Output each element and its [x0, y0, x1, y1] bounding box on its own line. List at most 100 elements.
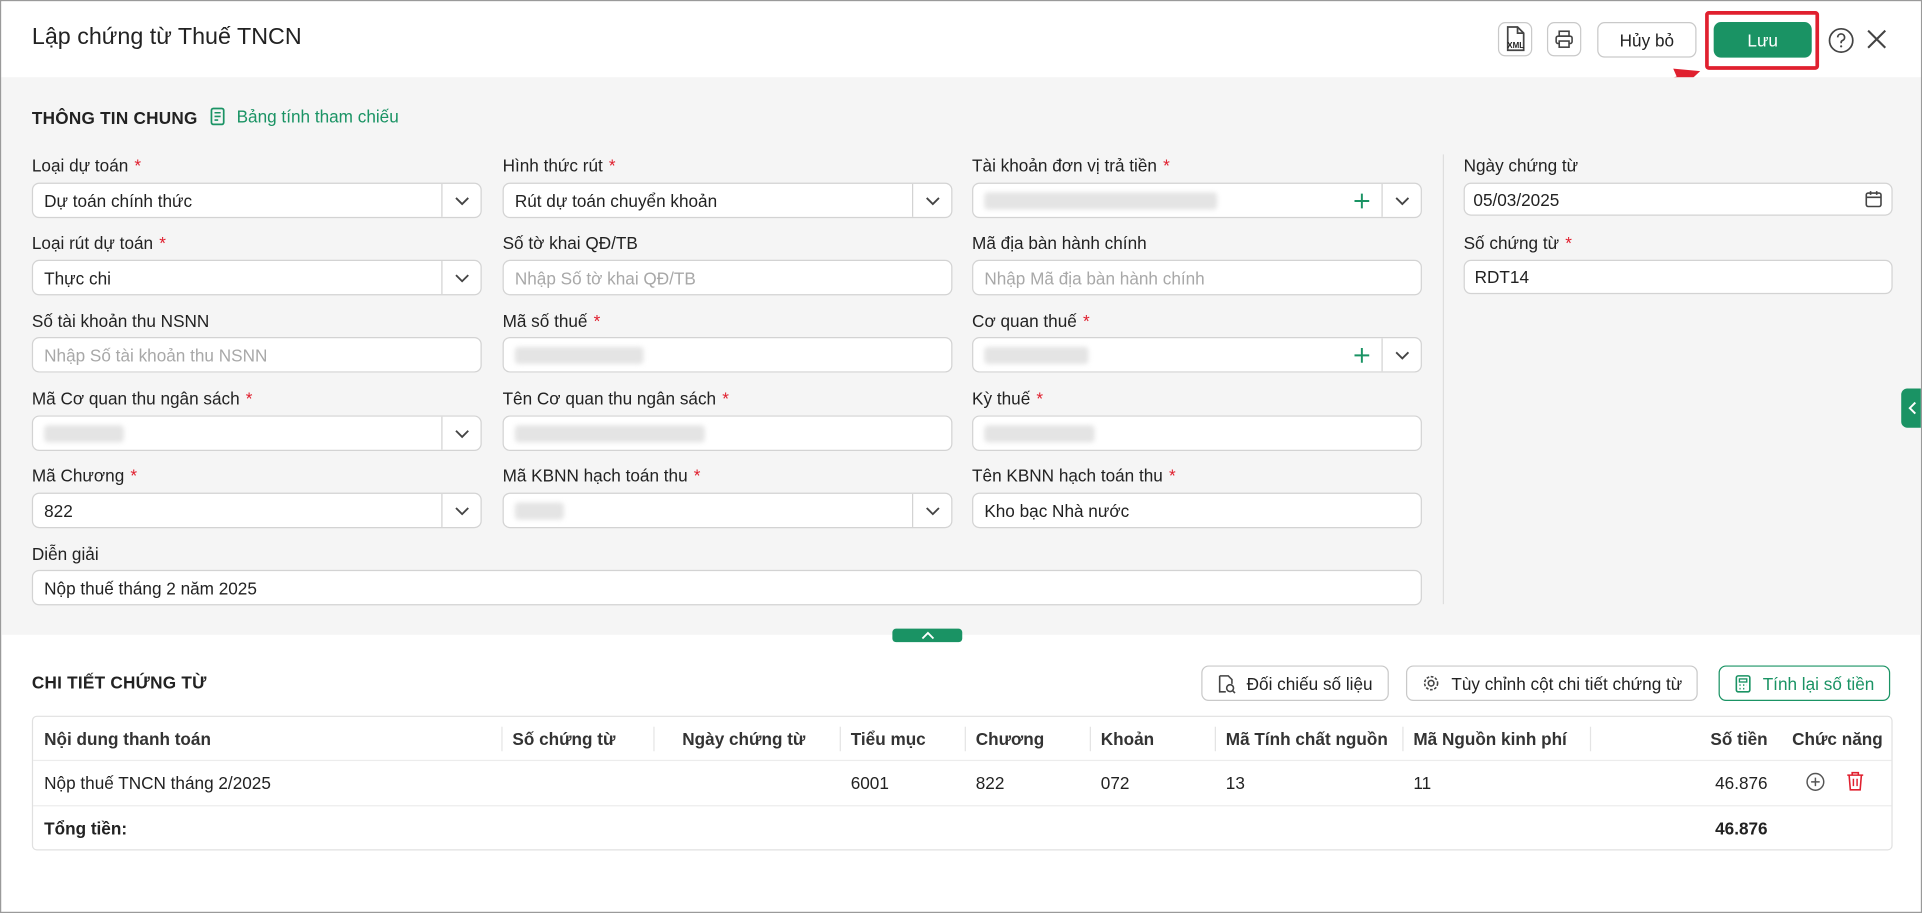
- loai-rut-du-toan-label: Loại rút dự toán *: [31, 232, 166, 253]
- total-value: 46.876: [1715, 818, 1768, 839]
- close-icon[interactable]: [1864, 27, 1889, 52]
- so-tai-khoan-thu-label: Số tài khoản thu NSNN: [31, 311, 210, 331]
- ma-dia-ban-label: Mã địa bàn hành chính: [972, 232, 1147, 253]
- col-header-so-chung-tu: Số chứng từ: [512, 729, 616, 749]
- ma-kbnn-select[interactable]: [502, 492, 953, 529]
- dialog-title: Lập chứng từ Thuế TNCN: [31, 24, 302, 51]
- so-chung-tu-label: Số chứng từ *: [1463, 232, 1572, 253]
- so-to-khai-input[interactable]: Nhập Số tờ khai QĐ/TB: [502, 259, 953, 296]
- cancel-button[interactable]: Hủy bỏ: [1597, 22, 1697, 58]
- ma-dia-ban-input[interactable]: Nhập Mã địa bàn hành chính: [972, 259, 1422, 296]
- ky-thue-input[interactable]: [972, 415, 1422, 451]
- chevron-down-icon[interactable]: [441, 183, 480, 217]
- ten-kbnn-label: Tên KBNN hạch toán thu *: [972, 465, 1176, 486]
- chevron-down-icon[interactable]: [911, 183, 951, 217]
- chevron-down-icon[interactable]: [1381, 338, 1420, 372]
- loai-du-toan-label: Loại dự toán *: [31, 155, 142, 176]
- compare-data-button[interactable]: Đối chiếu số liệu: [1201, 665, 1389, 701]
- dialog: Lập chứng từ Thuế TNCN XML Hủy bỏ Lưu TH…: [0, 0, 1922, 913]
- reference-link-label: Bảng tính tham chiếu: [236, 106, 399, 127]
- dien-giai-label: Diễn giải: [31, 544, 99, 564]
- chevron-down-icon[interactable]: [441, 493, 480, 527]
- reference-sheet-link[interactable]: Bảng tính tham chiếu: [210, 106, 399, 127]
- ma-chuong-label: Mã Chương *: [31, 465, 138, 486]
- hinh-thuc-rut-select[interactable]: Rút dự toán chuyển khoản: [502, 182, 953, 219]
- col-header-so-tien: Số tiền: [1710, 729, 1768, 749]
- col-header-ma-tinh-chat-nguon: Mã Tính chất nguồn: [1225, 729, 1388, 749]
- customize-columns-button[interactable]: Tùy chỉnh cột chi tiết chứng từ: [1405, 665, 1699, 701]
- recalculate-amount-button[interactable]: Tính lại số tiền: [1718, 665, 1891, 701]
- redacted-value: [984, 346, 1089, 364]
- help-icon[interactable]: [1828, 27, 1855, 54]
- cell-ma-tinh-chat-nguon: 13: [1225, 773, 1245, 793]
- column-divider: [1442, 154, 1444, 605]
- gear-icon: [1423, 675, 1439, 691]
- so-chung-tu-input[interactable]: RDT14: [1463, 259, 1893, 295]
- col-header-ngay-chung-tu: Ngày chứng từ: [682, 729, 806, 749]
- chevron-down-icon[interactable]: [441, 261, 480, 295]
- add-row-icon[interactable]: [1806, 772, 1826, 792]
- export-xml-button[interactable]: XML: [1497, 22, 1533, 57]
- col-header-chuc-nang: Chức năng: [1792, 729, 1883, 749]
- so-to-khai-label: Số tờ khai QĐ/TB: [502, 232, 638, 253]
- so-tai-khoan-thu-input[interactable]: Nhập Số tài khoản thu NSNN: [31, 337, 482, 373]
- ten-co-quan-thu-label: Tên Cơ quan thu ngân sách *: [502, 388, 729, 409]
- detail-table: Nội dung thanh toán Số chứng từ Ngày chứ…: [31, 715, 1893, 851]
- loai-rut-du-toan-select[interactable]: Thực chi: [31, 259, 482, 296]
- hinh-thuc-rut-label: Hình thức rút *: [502, 155, 616, 176]
- dien-giai-input[interactable]: Nộp thuế tháng 2 năm 2025: [31, 569, 1422, 606]
- ten-co-quan-thu-input[interactable]: [502, 415, 953, 451]
- ma-so-thue-input[interactable]: [502, 337, 953, 373]
- collapse-panel-button[interactable]: [892, 628, 963, 643]
- print-button[interactable]: [1546, 22, 1582, 57]
- cell-so-tien: 46.876: [1715, 773, 1768, 793]
- col-header-noi-dung: Nội dung thanh toán: [44, 729, 211, 749]
- add-icon[interactable]: [1342, 338, 1381, 371]
- chevron-down-icon[interactable]: [1381, 183, 1420, 217]
- side-panel-toggle[interactable]: [1901, 388, 1921, 428]
- cell-chuong: 822: [975, 773, 1005, 793]
- redacted-value: [514, 346, 644, 364]
- redacted-value: [514, 501, 564, 519]
- calculator-icon: [1735, 674, 1751, 692]
- col-header-ma-nguon-kinh-phi: Mã Nguồn kinh phí: [1413, 729, 1567, 749]
- ma-so-thue-label: Mã số thuế *: [502, 311, 601, 331]
- loai-du-toan-select[interactable]: Dự toán chính thức: [31, 182, 482, 219]
- ma-kbnn-label: Mã KBNN hạch toán thu *: [502, 465, 701, 486]
- redacted-value: [984, 191, 1218, 209]
- co-quan-thue-label: Cơ quan thuế *: [972, 311, 1090, 331]
- ma-co-quan-thu-select[interactable]: [31, 415, 482, 451]
- ma-chuong-select[interactable]: 822: [31, 492, 482, 529]
- xml-text: XML: [1507, 41, 1524, 50]
- col-header-khoan: Khoản: [1100, 729, 1155, 749]
- chevron-down-icon[interactable]: [911, 493, 951, 527]
- col-header-tieu-muc: Tiểu mục: [850, 729, 926, 749]
- redacted-value: [44, 424, 124, 442]
- ngay-chung-tu-input[interactable]: 05/03/2025: [1463, 182, 1893, 216]
- sheet-icon: [210, 107, 225, 126]
- co-quan-thue-select[interactable]: [972, 337, 1422, 373]
- xml-file-icon: XML: [1506, 26, 1525, 52]
- cell-khoan: 072: [1100, 773, 1130, 793]
- col-header-chuong: Chương: [975, 729, 1045, 749]
- ma-co-quan-thu-label: Mã Cơ quan thu ngân sách *: [31, 388, 253, 409]
- document-search-icon: [1218, 674, 1236, 693]
- add-icon[interactable]: [1342, 184, 1381, 217]
- tai-khoan-don-vi-select[interactable]: [972, 182, 1422, 219]
- ky-thue-label: Kỳ thuế *: [972, 388, 1044, 409]
- detail-section-title: CHI TIẾT CHỨNG TỪ: [31, 672, 207, 693]
- tai-khoan-don-vi-label: Tài khoản đơn vị trả tiền *: [972, 155, 1170, 176]
- ngay-chung-tu-label: Ngày chứng từ: [1463, 155, 1579, 176]
- chevron-down-icon[interactable]: [441, 416, 480, 450]
- ten-kbnn-input[interactable]: Kho bạc Nhà nước: [972, 492, 1422, 529]
- general-section-title: THÔNG TIN CHUNG: [31, 107, 198, 128]
- printer-icon: [1555, 30, 1573, 48]
- cell-noi-dung: Nộp thuế TNCN tháng 2/2025: [44, 773, 271, 793]
- calendar-icon[interactable]: [1864, 190, 1882, 208]
- redacted-value: [984, 424, 1095, 442]
- trash-icon[interactable]: [1846, 771, 1864, 792]
- redacted-value: [514, 424, 705, 442]
- dialog-header: Lập chứng từ Thuế TNCN XML Hủy bỏ Lưu: [1, 1, 1921, 127]
- save-highlight-box: [1705, 11, 1820, 70]
- total-label: Tổng tiền:: [44, 818, 128, 839]
